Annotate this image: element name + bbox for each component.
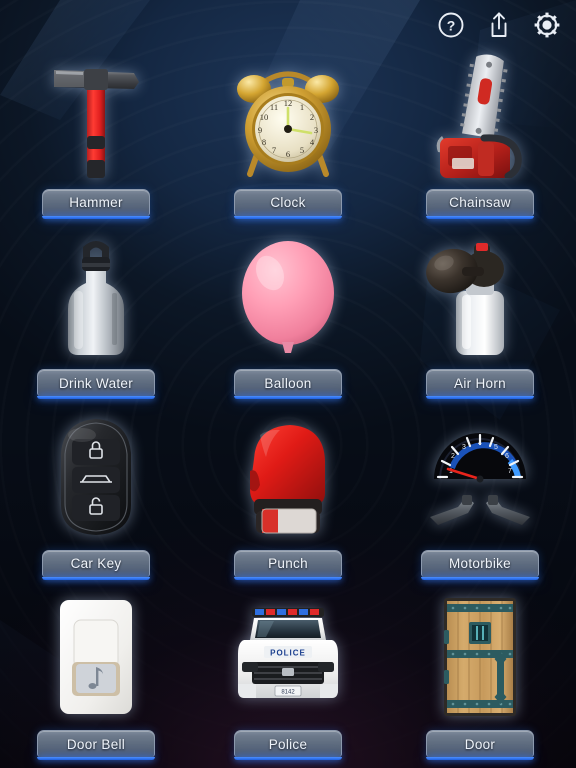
motorbike-art: 123 456 7	[384, 407, 576, 550]
item-label-text: Car Key	[70, 556, 122, 571]
svg-text:2: 2	[310, 112, 314, 122]
grid-item-hammer[interactable]: Hammer	[0, 46, 192, 227]
svg-text:5: 5	[494, 444, 498, 451]
item-label-chainsaw[interactable]: Chainsaw	[426, 188, 534, 219]
item-label-clock[interactable]: Clock	[234, 188, 342, 219]
glove-art	[192, 407, 384, 550]
door-art	[384, 588, 576, 731]
bottle-art	[0, 227, 192, 370]
svg-text:11: 11	[270, 102, 278, 112]
app-root: ? Hammer 12 1 2 3 4 5 6 7 8 9 10 11 Cloc…	[0, 0, 576, 768]
grid-item-balloon[interactable]: Balloon	[192, 227, 384, 408]
share-icon[interactable]	[484, 10, 514, 40]
svg-text:1: 1	[300, 102, 304, 112]
help-icon[interactable]: ?	[436, 10, 466, 40]
item-label-text: Punch	[268, 556, 308, 571]
svg-text:4: 4	[478, 440, 482, 447]
svg-text:3: 3	[314, 125, 318, 135]
item-label-text: Air Horn	[454, 375, 506, 391]
grid-item-air-horn[interactable]: Air Horn	[384, 227, 576, 408]
grid-item-motorbike[interactable]: 123 456 7 Motorbike	[384, 407, 576, 588]
svg-text:6: 6	[505, 453, 509, 460]
item-label-text: Balloon	[264, 375, 312, 391]
svg-text:5: 5	[300, 145, 304, 155]
item-label-door-bell[interactable]: Door Bell	[37, 730, 155, 760]
grid-item-drink-water[interactable]: Drink Water	[0, 227, 192, 408]
svg-text:6: 6	[286, 149, 290, 159]
svg-text:8: 8	[262, 137, 266, 147]
toolbar: ?	[436, 10, 562, 40]
item-label-drink-water[interactable]: Drink Water	[37, 369, 155, 399]
chainsaw-art	[384, 46, 576, 189]
airhorn-art	[384, 227, 576, 370]
svg-text:3: 3	[462, 444, 466, 451]
sound-grid: Hammer 12 1 2 3 4 5 6 7 8 9 10 11 Clock …	[0, 46, 576, 768]
item-label-punch[interactable]: Punch	[234, 549, 342, 580]
svg-text:9: 9	[258, 125, 262, 135]
clock-art: 12 1 2 345 678 9 10 11	[192, 46, 384, 189]
grid-item-punch[interactable]: Punch	[192, 407, 384, 588]
grid-item-police[interactable]: POLICE 8142 Police	[192, 588, 384, 768]
item-label-door[interactable]: Door	[426, 730, 534, 760]
item-label-text: Chainsaw	[449, 195, 511, 210]
item-label-motorbike[interactable]: Motorbike	[421, 549, 539, 580]
item-label-hammer[interactable]: Hammer	[42, 188, 150, 219]
grid-item-door[interactable]: Door	[384, 588, 576, 768]
item-label-text: Door Bell	[66, 736, 126, 752]
carkey-art	[0, 407, 192, 550]
item-label-text: Drink Water	[58, 375, 134, 391]
item-label-text: Hammer	[69, 195, 123, 210]
police-art: POLICE 8142	[192, 588, 384, 731]
svg-text:POLICE: POLICE	[270, 648, 306, 657]
doorbell-art	[0, 588, 192, 731]
grid-item-car-key[interactable]: Car Key	[0, 407, 192, 588]
svg-text:?: ?	[447, 18, 456, 34]
grid-item-chainsaw[interactable]: Chainsaw	[384, 46, 576, 227]
svg-text:12: 12	[284, 98, 293, 108]
item-label-text: Clock	[270, 195, 306, 210]
settings-icon[interactable]	[532, 10, 562, 40]
svg-text:8142: 8142	[281, 689, 295, 695]
item-label-police[interactable]: Police	[234, 730, 342, 760]
svg-text:7: 7	[272, 145, 276, 155]
item-label-text: Door	[464, 736, 496, 752]
item-label-text: Police	[268, 736, 308, 752]
svg-text:7: 7	[508, 468, 512, 475]
grid-item-clock[interactable]: 12 1 2 345 678 9 10 11 Clock	[192, 46, 384, 227]
svg-text:10: 10	[260, 112, 269, 122]
item-label-car-key[interactable]: Car Key	[42, 549, 150, 580]
item-label-text: Motorbike	[449, 556, 511, 571]
balloon-art	[192, 227, 384, 370]
grid-item-door-bell[interactable]: Door Bell	[0, 588, 192, 768]
item-label-air-horn[interactable]: Air Horn	[426, 369, 534, 399]
hammer-art	[0, 46, 192, 189]
svg-text:2: 2	[451, 453, 455, 460]
item-label-balloon[interactable]: Balloon	[234, 369, 342, 399]
